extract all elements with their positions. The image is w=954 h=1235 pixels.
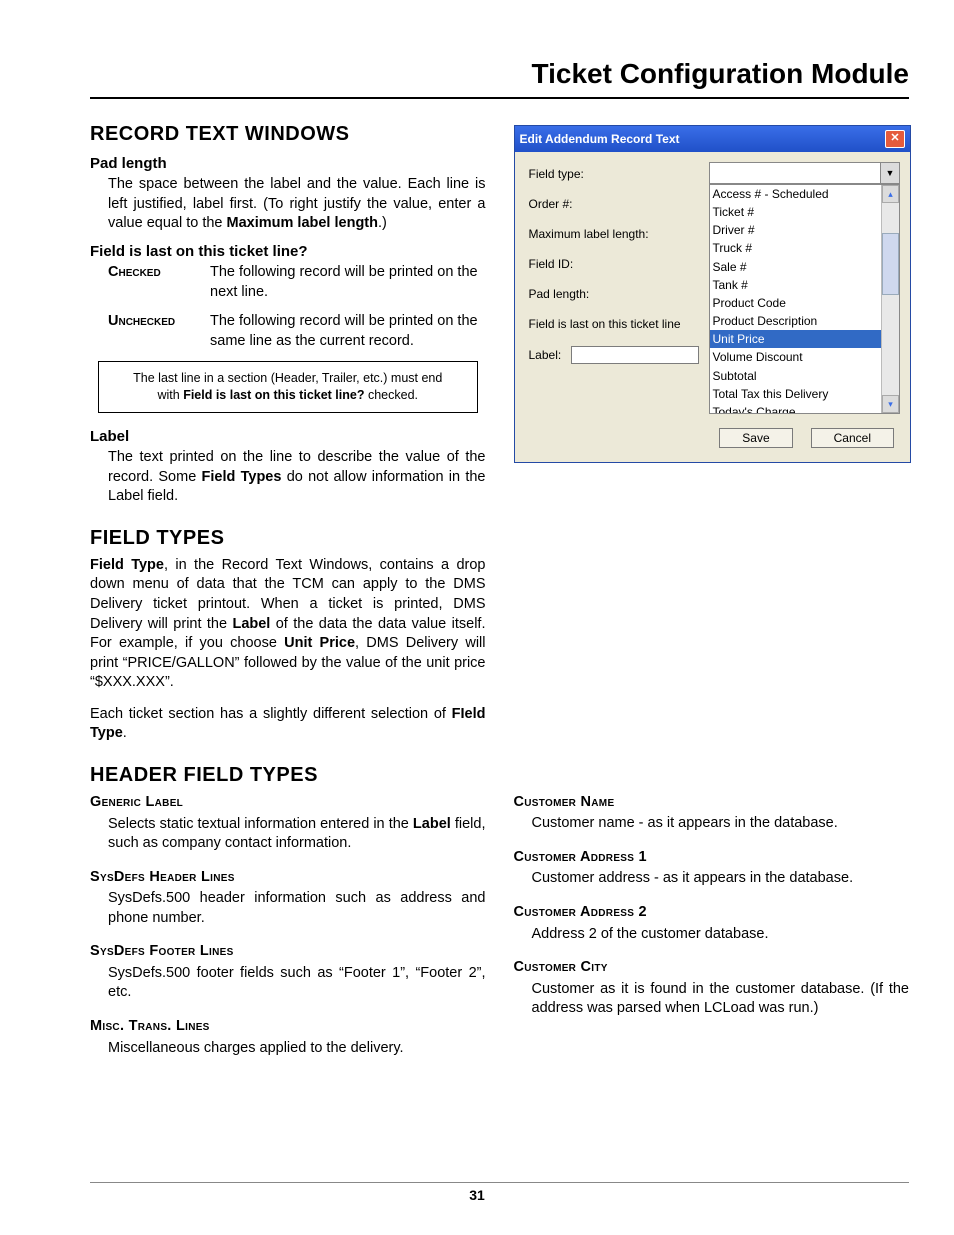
listbox-item[interactable]: Access # - Scheduled (710, 185, 882, 203)
combo-value (710, 163, 881, 183)
field-type-listbox[interactable]: Access # - ScheduledTicket #Driver #Truc… (709, 184, 901, 414)
listbox-item[interactable]: Truck # (710, 239, 882, 257)
dlg-label-max-label-length: Maximum label length: (529, 226, 699, 244)
subhead-pad-length: Pad length (90, 154, 486, 174)
term-body-customer-address-2: Address 2 of the customer database. (532, 925, 910, 945)
save-button[interactable]: Save (719, 428, 792, 448)
dlg-label-field-id: Field ID: (529, 256, 699, 274)
footer-rule (90, 1182, 909, 1183)
chevron-down-icon[interactable]: ▼ (880, 163, 899, 183)
subhead-field-last: Field is last on this ticket line? (90, 242, 486, 262)
section-field-types: FIELD TYPES (90, 525, 486, 552)
listbox-item[interactable]: Total Tax this Delivery (710, 385, 882, 403)
label-body: The text printed on the line to describe… (108, 448, 486, 507)
listbox-item[interactable]: Product Code (710, 294, 882, 312)
term-sysdefs-footer: SysDefs Footer Lines SysDefs.500 footer … (90, 942, 486, 1003)
term-head-sysdefs-footer: SysDefs Footer Lines (90, 943, 234, 959)
field-types-p2: Each ticket section has a slightly diffe… (90, 705, 486, 744)
term-generic-label: Generic Label Selects static textual inf… (90, 793, 486, 854)
right-column: Edit Addendum Record Text ✕ Field type: … (514, 121, 910, 1072)
listbox-item[interactable]: Volume Discount (710, 348, 882, 366)
section-record-text-windows: RECORD TEXT WINDOWS (90, 121, 486, 148)
close-icon[interactable]: ✕ (885, 130, 905, 148)
field-types-p1: Field Type, in the Record Text Windows, … (90, 556, 486, 693)
item-unchecked: Unchecked The following record will be p… (108, 312, 486, 351)
unchecked-label: Unchecked (108, 312, 210, 351)
listbox-item[interactable]: Driver # (710, 221, 882, 239)
term-head-customer-name: Customer Name (514, 794, 615, 810)
term-body-sysdefs-footer: SysDefs.500 footer fields such as “Foote… (108, 964, 486, 1003)
listbox-item[interactable]: Unit Price (710, 330, 882, 348)
term-body-customer-address-1: Customer address - as it appears in the … (532, 869, 910, 889)
item-checked: Checked The following record will be pri… (108, 263, 486, 302)
listbox-item[interactable]: Sale # (710, 258, 882, 276)
term-body-customer-name: Customer name - as it appears in the dat… (532, 814, 910, 834)
listbox-item[interactable]: Today's Charge (710, 403, 882, 413)
term-customer-city: Customer City Customer as it is found in… (514, 958, 910, 1019)
term-customer-address-1: Customer Address 1 Customer address - as… (514, 848, 910, 889)
page-number: 31 (0, 1186, 954, 1205)
listbox-item[interactable]: Product Description (710, 312, 882, 330)
dlg-label-order: Order #: (529, 196, 699, 214)
term-body-generic: Selects static textual information enter… (108, 815, 486, 854)
scroll-up-icon[interactable]: ▴ (882, 185, 899, 203)
term-head-misc-trans: Misc. Trans. Lines (90, 1018, 210, 1034)
unchecked-desc: The following record will be printed on … (210, 312, 486, 351)
dlg-label-label: Label: (529, 346, 699, 364)
dlg-label-field-type: Field type: (529, 166, 699, 184)
listbox-item[interactable]: Ticket # (710, 203, 882, 221)
term-customer-name: Customer Name Customer name - as it appe… (514, 793, 910, 834)
term-sysdefs-header: SysDefs Header Lines SysDefs.500 header … (90, 868, 486, 929)
edit-addendum-dialog: Edit Addendum Record Text ✕ Field type: … (514, 125, 912, 463)
checked-desc: The following record will be printed on … (210, 263, 486, 302)
dialog-titlebar[interactable]: Edit Addendum Record Text ✕ (515, 126, 911, 152)
scroll-down-icon[interactable]: ▾ (882, 395, 899, 413)
term-head-customer-address-2: Customer Address 2 (514, 904, 647, 920)
term-misc-trans: Misc. Trans. Lines Miscellaneous charges… (90, 1017, 486, 1058)
term-customer-address-2: Customer Address 2 Address 2 of the cust… (514, 903, 910, 944)
subhead-label: Label (90, 427, 486, 447)
listbox-item[interactable]: Tank # (710, 276, 882, 294)
checked-label: Checked (108, 263, 210, 302)
term-body-customer-city: Customer as it is found in the customer … (532, 980, 910, 1019)
scrollbar[interactable]: ▴ ▾ (881, 185, 899, 413)
dlg-label-input[interactable] (571, 346, 698, 364)
scrollbar-thumb[interactable] (882, 233, 899, 295)
page-running-title: Ticket Configuration Module (90, 55, 909, 99)
term-body-sysdefs-header: SysDefs.500 header information such as a… (108, 889, 486, 928)
dlg-label-field-last: Field is last on this ticket line (529, 316, 699, 334)
dialog-title: Edit Addendum Record Text (520, 131, 886, 147)
term-head-sysdefs-header: SysDefs Header Lines (90, 869, 235, 885)
dlg-label-pad-length: Pad length: (529, 286, 699, 304)
cancel-button[interactable]: Cancel (811, 428, 894, 448)
note-box: The last line in a section (Header, Trai… (98, 361, 478, 413)
term-head-customer-city: Customer City (514, 959, 608, 975)
field-type-combo[interactable]: ▼ (709, 162, 901, 184)
listbox-item[interactable]: Subtotal (710, 367, 882, 385)
pad-length-body: The space between the label and the valu… (108, 175, 486, 234)
section-header-field-types: HEADER FIELD TYPES (90, 762, 486, 789)
term-head-generic: Generic Label (90, 794, 183, 810)
left-column: RECORD TEXT WINDOWS Pad length The space… (90, 121, 486, 1072)
term-body-misc-trans: Miscellaneous charges applied to the del… (108, 1039, 486, 1059)
term-head-customer-address-1: Customer Address 1 (514, 849, 647, 865)
